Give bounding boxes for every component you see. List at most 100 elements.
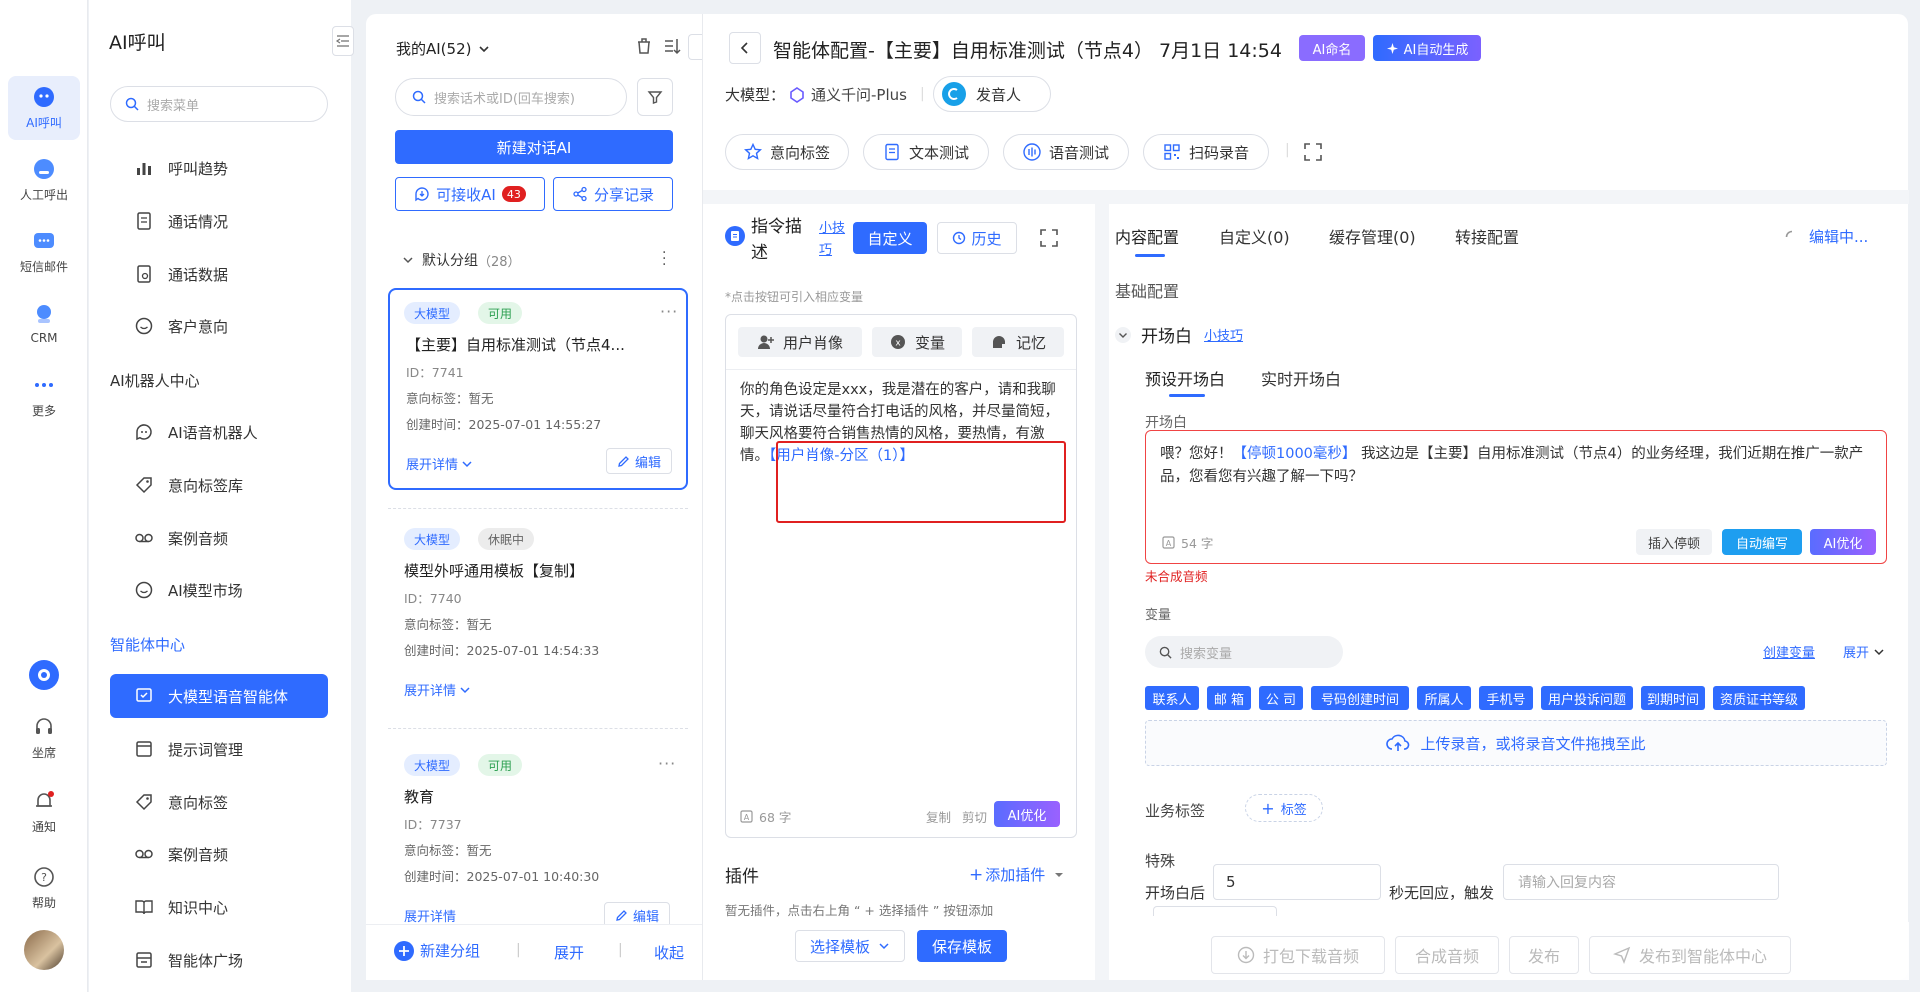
variables-expand-button[interactable]: 展开: [1843, 642, 1885, 661]
card-expand-link[interactable]: 展开详情: [404, 680, 471, 699]
menu-item-call-status[interactable]: 通话情况: [110, 199, 328, 243]
voice-test-button[interactable]: 语音测试: [1003, 134, 1129, 170]
instruction-tips-link[interactable]: 小技巧: [819, 218, 847, 262]
card-more-icon[interactable]: ···: [660, 302, 678, 321]
brand-logo-icon[interactable]: [29, 660, 59, 690]
auto-write-button[interactable]: 自动编写: [1722, 529, 1802, 555]
rail-item-sms-mail[interactable]: 短信邮件: [8, 220, 80, 284]
opening-text[interactable]: 喂？您好！【停顿1000毫秒】 我这边是【主要】自用标准测试（节点4）的业务经理…: [1160, 443, 1876, 489]
menu-item-prompt-management[interactable]: 提示词管理: [110, 727, 328, 771]
trash-icon[interactable]: [634, 36, 654, 56]
rail-item-ai-call[interactable]: AI呼叫: [8, 76, 80, 140]
instruction-ai-optimize-button[interactable]: AI优化: [994, 801, 1060, 827]
synthesize-audio-button[interactable]: 合成音频: [1395, 936, 1499, 974]
user-portrait-button[interactable]: 用户肖像: [738, 327, 862, 357]
list-collapse-button[interactable]: [688, 34, 702, 60]
menu-item-intent-tag[interactable]: 意向标签: [110, 780, 328, 824]
custom-button[interactable]: 自定义: [853, 222, 927, 254]
opening-pause-tag[interactable]: 【停顿1000毫秒】: [1233, 446, 1357, 462]
instruction-editor[interactable]: 用户肖像 x 变量 记忆 你的角色设定是xxx，我是潜在的客户，请和我聊天，请说…: [725, 314, 1077, 838]
menu-search-input[interactable]: 搜索菜单: [110, 86, 328, 122]
menu-item-ai-voice-robot[interactable]: AI语音机器人: [110, 410, 328, 454]
add-plugin-button[interactable]: + 添加插件: [969, 864, 1065, 885]
publish-button[interactable]: 发布: [1509, 936, 1579, 974]
variable-tag[interactable]: 用户投诉问题: [1541, 686, 1633, 710]
menu-item-knowledge-center[interactable]: 知识中心: [110, 885, 328, 929]
agent-card[interactable]: 大模型 休眠中 模型外呼通用模板【复制】 ID：7740 意向标签：暂无 创建时…: [388, 514, 688, 716]
opening-section-header[interactable]: 开场白 小技巧: [1115, 322, 1243, 347]
rail-item-help[interactable]: ? 帮助: [8, 856, 80, 920]
filter-button[interactable]: [637, 78, 673, 116]
rail-item-agent-seat[interactable]: 坐席: [8, 706, 80, 770]
choose-template-button[interactable]: 选择模板: [795, 930, 905, 962]
menu-item-call-trend[interactable]: 呼叫趋势: [110, 146, 328, 190]
my-ai-dropdown[interactable]: 我的AI(52): [396, 38, 491, 59]
menu-collapse-button[interactable]: [332, 26, 354, 56]
expand-editor-icon[interactable]: [1039, 228, 1059, 248]
default-group-header[interactable]: 默认分组 （28）: [402, 250, 521, 270]
tab-realtime-opening[interactable]: 实时开场白: [1261, 366, 1341, 390]
agent-search-input[interactable]: 搜索话术或ID(回车搜索): [395, 78, 627, 116]
insert-pause-button[interactable]: 插入停顿: [1636, 529, 1712, 555]
tab-cache-management[interactable]: 缓存管理(0): [1329, 224, 1416, 248]
variable-search-input[interactable]: 搜索变量: [1145, 636, 1343, 668]
card-expand-link[interactable]: 展开详情: [406, 454, 473, 473]
variable-tag[interactable]: 所属人: [1417, 686, 1471, 710]
no-reply-seconds-input[interactable]: 5: [1213, 864, 1381, 900]
opening-ai-optimize-button[interactable]: AI优化: [1810, 529, 1876, 555]
variable-tag[interactable]: 手机号: [1479, 686, 1533, 710]
rail-item-crm[interactable]: CRM: [8, 292, 80, 356]
cut-button[interactable]: 剪切: [962, 807, 987, 826]
menu-item-ai-model-market[interactable]: AI模型市场: [110, 568, 328, 612]
share-record-button[interactable]: 分享记录: [553, 177, 673, 211]
variable-button[interactable]: x 变量: [872, 327, 962, 357]
opening-text-editor[interactable]: 喂？您好！【停顿1000毫秒】 我这边是【主要】自用标准测试（节点4）的业务经理…: [1145, 430, 1887, 564]
menu-item-call-data[interactable]: 通话数据: [110, 252, 328, 296]
ai-auto-generate-button[interactable]: AI自动生成: [1373, 35, 1481, 61]
avatar[interactable]: [24, 930, 64, 970]
download-audio-package-button[interactable]: 打包下载音频: [1211, 936, 1385, 974]
add-business-tag-button[interactable]: + 标签: [1245, 794, 1323, 822]
tab-content-config[interactable]: 内容配置: [1115, 224, 1179, 248]
menu-item-case-audio[interactable]: 案例音频: [110, 516, 328, 560]
tab-transfer-config[interactable]: 转接配置: [1455, 224, 1519, 248]
create-variable-link[interactable]: 创建变量: [1763, 642, 1815, 661]
menu-item-agent-square[interactable]: 智能体广场: [110, 938, 328, 982]
group-more-icon[interactable]: · · ·: [662, 246, 666, 272]
expand-all-button[interactable]: 展开: [554, 942, 584, 963]
reply-content-input[interactable]: 请输入回复内容: [1503, 864, 1779, 900]
speaker-selector[interactable]: 发音人: [933, 76, 1051, 112]
menu-item-intent-tag-library[interactable]: 意向标签库: [110, 463, 328, 507]
sort-icon[interactable]: [662, 36, 682, 56]
opening-tips-link[interactable]: 小技巧: [1204, 325, 1243, 344]
tab-custom[interactable]: 自定义(0): [1219, 224, 1290, 248]
variable-tag[interactable]: 到期时间: [1641, 686, 1705, 710]
agent-card[interactable]: 大模型 可用 ··· 【主要】自用标准测试（节点4... ID：7741 意向标…: [388, 288, 688, 490]
new-dialog-ai-button[interactable]: 新建对话AI: [395, 130, 673, 164]
publish-to-agent-center-button[interactable]: 发布到智能体中心: [1589, 936, 1791, 974]
back-button[interactable]: [729, 32, 761, 64]
rail-item-more[interactable]: 更多: [8, 364, 80, 428]
menu-item-case-audio-2[interactable]: 案例音频: [110, 832, 328, 876]
scan-record-button[interactable]: 扫码录音: [1143, 134, 1269, 170]
fullscreen-icon[interactable]: [1303, 142, 1323, 162]
card-more-icon[interactable]: ···: [658, 754, 676, 773]
text-test-button[interactable]: 文本测试: [863, 134, 989, 170]
card-expand-link[interactable]: 展开详情: [404, 906, 456, 924]
variable-tag[interactable]: 资质证书等级: [1713, 686, 1805, 710]
collapse-all-button[interactable]: 收起: [654, 942, 684, 963]
variable-tag[interactable]: 号码创建时间: [1311, 686, 1409, 710]
intent-tag-button[interactable]: 意向标签: [725, 134, 849, 170]
tab-preset-opening[interactable]: 预设开场白: [1145, 366, 1225, 390]
new-group-button[interactable]: 新建分组: [394, 940, 480, 961]
upload-recording-dropzone[interactable]: 上传录音，或将录音文件拖拽至此: [1145, 720, 1887, 766]
rail-item-manual-call[interactable]: 人工呼出: [8, 148, 80, 212]
history-button[interactable]: 历史: [937, 222, 1017, 254]
menu-item-llm-voice-agent[interactable]: 大模型语音智能体: [110, 674, 328, 718]
variable-tag[interactable]: 联系人: [1145, 686, 1199, 710]
card-edit-button[interactable]: 编辑: [606, 448, 672, 474]
variable-tag[interactable]: 公 司: [1259, 686, 1303, 710]
agent-card[interactable]: 大模型 可用 ··· 教育 ID：7737 意向标签：暂无 创建时间：2025-…: [388, 740, 688, 924]
menu-item-customer-intent[interactable]: 客户意向: [110, 304, 328, 348]
variable-tag[interactable]: 邮 箱: [1207, 686, 1251, 710]
